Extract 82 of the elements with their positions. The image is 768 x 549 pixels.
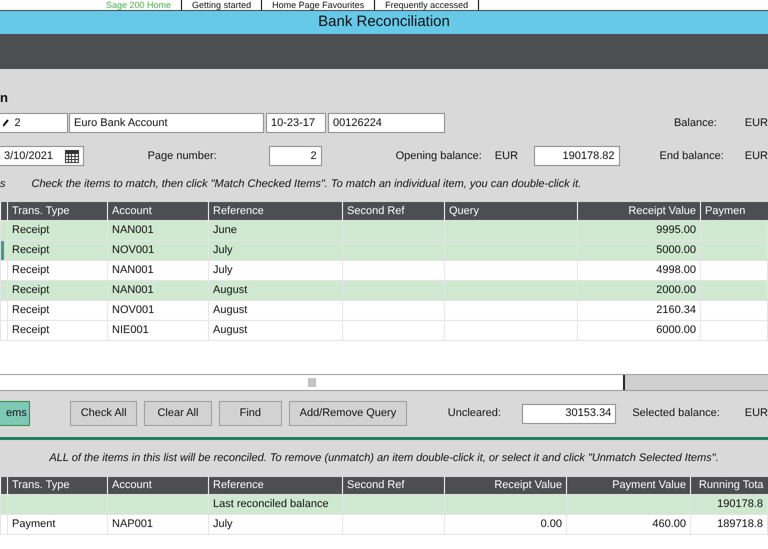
table-cell: 460.00 bbox=[566, 514, 690, 534]
action-button[interactable]: Clear All bbox=[144, 401, 212, 426]
column-header[interactable]: Paymen bbox=[700, 202, 768, 220]
action-button[interactable]: Add/Remove Query bbox=[289, 401, 407, 426]
table-cell: Last reconciled balance bbox=[208, 494, 342, 514]
column-header[interactable]: Query bbox=[444, 202, 578, 220]
home-tab[interactable]: Getting started bbox=[182, 0, 262, 10]
column-header[interactable]: Trans. Type bbox=[8, 202, 108, 220]
uncleared-label: Uncleared: bbox=[448, 406, 501, 422]
table-cell: July bbox=[208, 260, 342, 280]
column-header[interactable]: Reference bbox=[208, 202, 342, 220]
instruction-label: s bbox=[0, 176, 6, 192]
page-number-field[interactable]: 2 bbox=[268, 146, 322, 166]
instruction-text: Check the items to match, then click "Match Checked Items". To match an individual item, you can double-click it. bbox=[32, 176, 582, 192]
currency-label: EUR bbox=[744, 148, 768, 164]
balance-label: Balance: bbox=[674, 116, 717, 131]
calendar-icon[interactable] bbox=[64, 150, 79, 162]
header-cell bbox=[0, 202, 8, 220]
home-tab[interactable]: Frequently accessed bbox=[375, 0, 480, 10]
table-cell: 6000.00 bbox=[578, 320, 700, 340]
table-cell: 5000.00 bbox=[578, 240, 700, 260]
action-button[interactable]: ems bbox=[0, 401, 30, 426]
table-cell: Receipt bbox=[8, 220, 108, 240]
currency-label: EUR bbox=[744, 406, 768, 422]
column-header[interactable]: Receipt Value bbox=[444, 476, 566, 494]
table-cell: Receipt bbox=[8, 240, 108, 260]
action-button[interactable]: Check All bbox=[70, 401, 138, 426]
column-header[interactable]: Second Ref bbox=[342, 476, 444, 494]
column-header[interactable]: Account bbox=[108, 202, 208, 220]
table-cell: NAP001 bbox=[108, 514, 208, 534]
column-header[interactable]: Running Tota bbox=[690, 476, 768, 494]
header-cell bbox=[0, 476, 8, 494]
table-cell: August bbox=[208, 320, 342, 340]
grip-icon bbox=[308, 378, 316, 386]
table-cell: NIE001 bbox=[108, 320, 208, 340]
table-cell: 9995.00 bbox=[578, 220, 700, 240]
date-field[interactable]: 3/10/2021 bbox=[0, 146, 84, 166]
column-header[interactable]: Payment Value bbox=[566, 476, 690, 494]
table-cell: 2000.00 bbox=[578, 280, 700, 300]
bank-name-field[interactable]: Euro Bank Account bbox=[69, 113, 264, 133]
column-header[interactable]: Second Ref bbox=[342, 202, 444, 220]
opening-balance-field[interactable]: 190178.82 bbox=[534, 146, 620, 166]
table-cell: NOV001 bbox=[108, 240, 208, 260]
table-cell: 190178.8 bbox=[690, 494, 768, 514]
table-cell: Receipt bbox=[8, 260, 108, 280]
window-title: Bank Reconciliation bbox=[318, 12, 450, 32]
table-cell: 0.00 bbox=[444, 514, 566, 534]
column-header[interactable]: Account bbox=[108, 476, 208, 494]
sort-code-field[interactable]: 10-23-17 bbox=[266, 113, 326, 133]
table-cell: 189718.8 bbox=[690, 514, 768, 534]
table-cell: NAN001 bbox=[108, 220, 208, 240]
table-cell: NAN001 bbox=[108, 280, 208, 300]
account-number-field[interactable]: 00126224 bbox=[328, 113, 445, 133]
table-cell: July bbox=[208, 240, 342, 260]
table-cell: NAN001 bbox=[108, 260, 208, 280]
table-cell: Receipt bbox=[8, 280, 108, 300]
currency-label: EUR bbox=[744, 116, 768, 131]
selected-balance-label: Selected balance: bbox=[632, 406, 720, 422]
table-cell: 4998.00 bbox=[578, 260, 700, 280]
column-header[interactable]: Reference bbox=[208, 476, 342, 494]
table-cell: August bbox=[208, 280, 342, 300]
column-header[interactable]: Trans. Type bbox=[8, 476, 108, 494]
table-cell: July bbox=[208, 514, 342, 534]
table-cell: Payment bbox=[8, 514, 108, 534]
horizontal-scrollbar[interactable] bbox=[0, 374, 768, 390]
column-header[interactable]: Receipt Value bbox=[578, 202, 700, 220]
table-cell: 2160.34 bbox=[578, 300, 700, 320]
table-cell: June bbox=[208, 220, 342, 240]
currency-label: EUR bbox=[494, 148, 518, 164]
action-button[interactable]: Find bbox=[218, 401, 282, 426]
home-tab[interactable]: Home Page Favourites bbox=[262, 0, 376, 10]
page-number-label: Page number: bbox=[148, 148, 217, 164]
bank-code-field[interactable]: 2 bbox=[0, 113, 68, 133]
table-cell: August bbox=[208, 300, 342, 320]
table-cell: NOV001 bbox=[108, 300, 208, 320]
section-heading: n bbox=[0, 88, 8, 106]
table-cell: Receipt bbox=[8, 320, 108, 340]
uncleared-field[interactable]: 30153.34 bbox=[522, 404, 616, 424]
instruction-text: ALL of the items in this list will be reconciled. To remove (unmatch) an item double-click it, or select it and click "Unmatch Selected Items". bbox=[49, 450, 719, 466]
end-balance-label: End balance: bbox=[660, 148, 724, 164]
table-cell: Receipt bbox=[8, 300, 108, 320]
opening-balance-label: Opening balance: bbox=[396, 148, 482, 164]
